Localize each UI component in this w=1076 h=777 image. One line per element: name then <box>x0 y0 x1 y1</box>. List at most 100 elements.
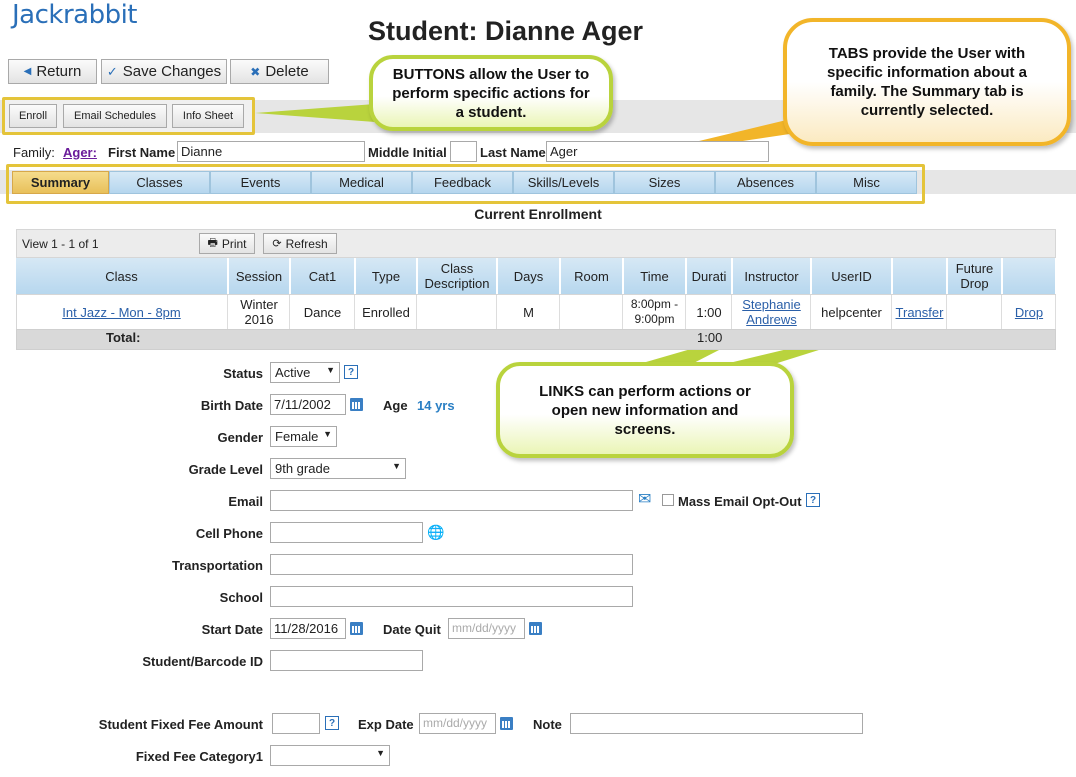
tab-feedback[interactable]: Feedback <box>412 171 513 194</box>
note-label: Note <box>533 717 562 732</box>
calendar-icon[interactable] <box>350 398 363 411</box>
family-link[interactable]: Ager: <box>63 145 97 160</box>
enrollment-toolbar <box>16 229 1056 258</box>
dropdown-caret-icon: ▼ <box>323 429 332 439</box>
dropdown-caret-icon: ▼ <box>392 461 401 471</box>
help-icon[interactable]: ? <box>806 493 820 507</box>
birth-date-label: Birth Date <box>200 398 263 413</box>
cell-description <box>418 295 497 329</box>
column-header: Days <box>498 258 560 294</box>
cell-drop-link[interactable]: Drop <box>1003 295 1056 329</box>
middle-initial-label: Middle Initial <box>368 145 447 160</box>
calendar-icon[interactable] <box>350 622 363 635</box>
dropdown-caret-icon: ▼ <box>376 748 385 758</box>
column-header: Type <box>356 258 417 294</box>
tab-summary[interactable]: Summary <box>12 171 109 194</box>
transportation-label: Transportation <box>171 558 263 573</box>
globe-icon[interactable]: 🌐 <box>427 524 444 541</box>
start-date-field[interactable]: 11/28/2016 <box>270 618 346 639</box>
links-callout: LINKS can perform actions or open new in… <box>496 362 794 458</box>
print-label: Print <box>221 236 247 251</box>
status-select[interactable]: Active ▼ <box>270 362 340 383</box>
gender-select[interactable]: Female ▼ <box>270 426 337 447</box>
grade-level-label: Grade Level <box>188 462 263 477</box>
column-header: Durati <box>687 258 732 294</box>
cell-class-link[interactable]: Int Jazz - Mon - 8pm <box>16 295 228 329</box>
dropdown-caret-icon: ▼ <box>326 365 335 375</box>
total-duration: 1:00 <box>697 330 723 345</box>
envelope-icon[interactable]: ✉ <box>638 489 651 509</box>
total-label: Total: <box>106 330 141 345</box>
school-label: School <box>219 590 263 605</box>
cell-session: Winter 2016 <box>229 295 290 329</box>
column-header: Room <box>561 258 623 294</box>
grade-level-value: 9th grade <box>275 461 330 476</box>
barcode-field[interactable] <box>270 650 423 671</box>
email-label: Email <box>228 494 263 509</box>
fee-category-select[interactable]: ▼ <box>270 745 390 766</box>
tab-events[interactable]: Events <box>210 171 311 194</box>
middle-initial-field[interactable] <box>450 141 477 162</box>
tab-sizes[interactable]: Sizes <box>614 171 715 194</box>
gender-label: Gender <box>217 430 263 445</box>
last-name-label: Last Name <box>480 145 546 160</box>
column-header <box>893 258 947 294</box>
column-header: Session <box>229 258 290 294</box>
note-field[interactable] <box>570 713 863 734</box>
tab-absences[interactable]: Absences <box>715 171 816 194</box>
cell-userid: helpcenter <box>812 295 892 329</box>
cell-instructor-link[interactable]: Stephanie Andrews <box>733 295 811 329</box>
age-value: 14 yrs <box>417 398 455 413</box>
column-header <box>1003 258 1056 294</box>
cell-time: 8:00pm - 9:00pm <box>624 295 686 329</box>
cell-room <box>561 295 623 329</box>
tab-classes[interactable]: Classes <box>109 171 210 194</box>
exp-date-label: Exp Date <box>358 717 414 732</box>
total-row <box>16 329 1056 350</box>
column-header: Cat1 <box>291 258 355 294</box>
last-name-field[interactable]: Ager <box>546 141 769 162</box>
tabs-callout: TABS provide the User with specific info… <box>783 18 1071 146</box>
cell-transfer-link[interactable]: Transfer <box>893 295 947 329</box>
printer-icon: 🖶 <box>207 237 218 249</box>
cell-duration: 1:00 <box>687 295 732 329</box>
help-icon[interactable]: ? <box>344 365 358 379</box>
print-button[interactable]: 🖶 Print <box>199 233 255 254</box>
calendar-icon[interactable] <box>529 622 542 635</box>
school-field[interactable] <box>270 586 633 607</box>
birth-date-field[interactable]: 7/11/2002 <box>270 394 346 415</box>
fee-category-label: Fixed Fee Category1 <box>135 749 263 764</box>
family-label: Family: <box>13 145 55 160</box>
cell-phone-label: Cell Phone <box>195 526 263 541</box>
tab-skills-levels[interactable]: Skills/Levels <box>513 171 614 194</box>
help-icon[interactable]: ? <box>325 716 339 730</box>
tab-medical[interactable]: Medical <box>311 171 412 194</box>
fixed-fee-field[interactable] <box>272 713 320 734</box>
barcode-label: Student/Barcode ID <box>142 654 263 669</box>
column-header: Class <box>16 258 228 294</box>
transportation-field[interactable] <box>270 554 633 575</box>
grade-level-select[interactable]: 9th grade ▼ <box>270 458 406 479</box>
column-header: UserID <box>812 258 892 294</box>
buttons-callout-pointer <box>255 104 375 122</box>
date-quit-field[interactable]: mm/dd/yyyy <box>448 618 525 639</box>
column-header: Future Drop <box>948 258 1002 294</box>
refresh-button[interactable]: ⟳ Refresh <box>263 233 337 254</box>
column-header: Instructor <box>733 258 811 294</box>
refresh-label: Refresh <box>285 236 328 251</box>
exp-date-field[interactable]: mm/dd/yyyy <box>419 713 496 734</box>
status-label: Status <box>223 366 263 381</box>
first-name-field[interactable]: Dianne <box>177 141 365 162</box>
status-value: Active <box>275 365 311 380</box>
enrollment-title: Current Enrollment <box>474 206 602 222</box>
calendar-icon[interactable] <box>500 717 513 730</box>
mass-email-label: Mass Email Opt-Out <box>678 494 802 509</box>
column-header: Time <box>624 258 686 294</box>
mass-email-checkbox[interactable] <box>662 494 674 506</box>
cell-days: M <box>498 295 560 329</box>
age-label: Age <box>383 398 408 413</box>
email-field[interactable] <box>270 490 633 511</box>
cell-cat1: Dance <box>291 295 355 329</box>
tab-misc[interactable]: Misc <box>816 171 917 194</box>
cell-phone-field[interactable] <box>270 522 423 543</box>
